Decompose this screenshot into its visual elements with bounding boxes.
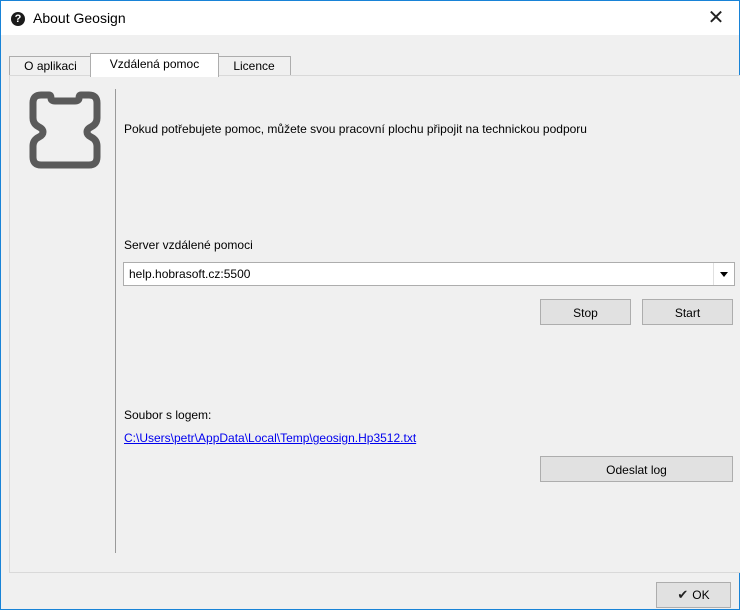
window-title: About Geosign	[33, 10, 126, 26]
ok-button[interactable]: ✔ OK	[656, 582, 731, 608]
ok-label: OK	[692, 588, 710, 602]
server-label: Server vzdálené pomoci	[124, 238, 253, 252]
geosign-logo-icon	[29, 91, 101, 169]
log-file-label: Soubor s logem:	[124, 408, 212, 422]
title-bar: ? About Geosign ✕	[1, 1, 739, 35]
server-value[interactable]: help.hobrasoft.cz:5500	[129, 267, 250, 281]
tab-vzdalena-pomoc[interactable]: Vzdálená pomoc	[90, 53, 219, 77]
start-button[interactable]: Start	[642, 299, 733, 325]
send-log-button[interactable]: Odeslat log	[540, 456, 733, 482]
chevron-down-icon[interactable]	[713, 263, 734, 285]
stop-button[interactable]: Stop	[540, 299, 631, 325]
tab-o-aplikaci[interactable]: O aplikaci	[9, 56, 92, 76]
help-description: Pokud potřebujete pomoc, můžete svou pra…	[124, 122, 587, 136]
separator-line	[115, 89, 116, 553]
log-file-link[interactable]: C:\Users\petr\AppData\Local\Temp\geosign…	[124, 431, 416, 445]
tab-licence[interactable]: Licence	[217, 56, 291, 76]
check-icon: ✔	[677, 587, 689, 602]
help-icon: ?	[11, 12, 25, 26]
about-dialog: ? About Geosign ✕ O aplikaci Vzdálená po…	[0, 0, 740, 610]
server-combobox[interactable]: help.hobrasoft.cz:5500	[123, 262, 735, 286]
close-button[interactable]: ✕	[693, 1, 739, 35]
